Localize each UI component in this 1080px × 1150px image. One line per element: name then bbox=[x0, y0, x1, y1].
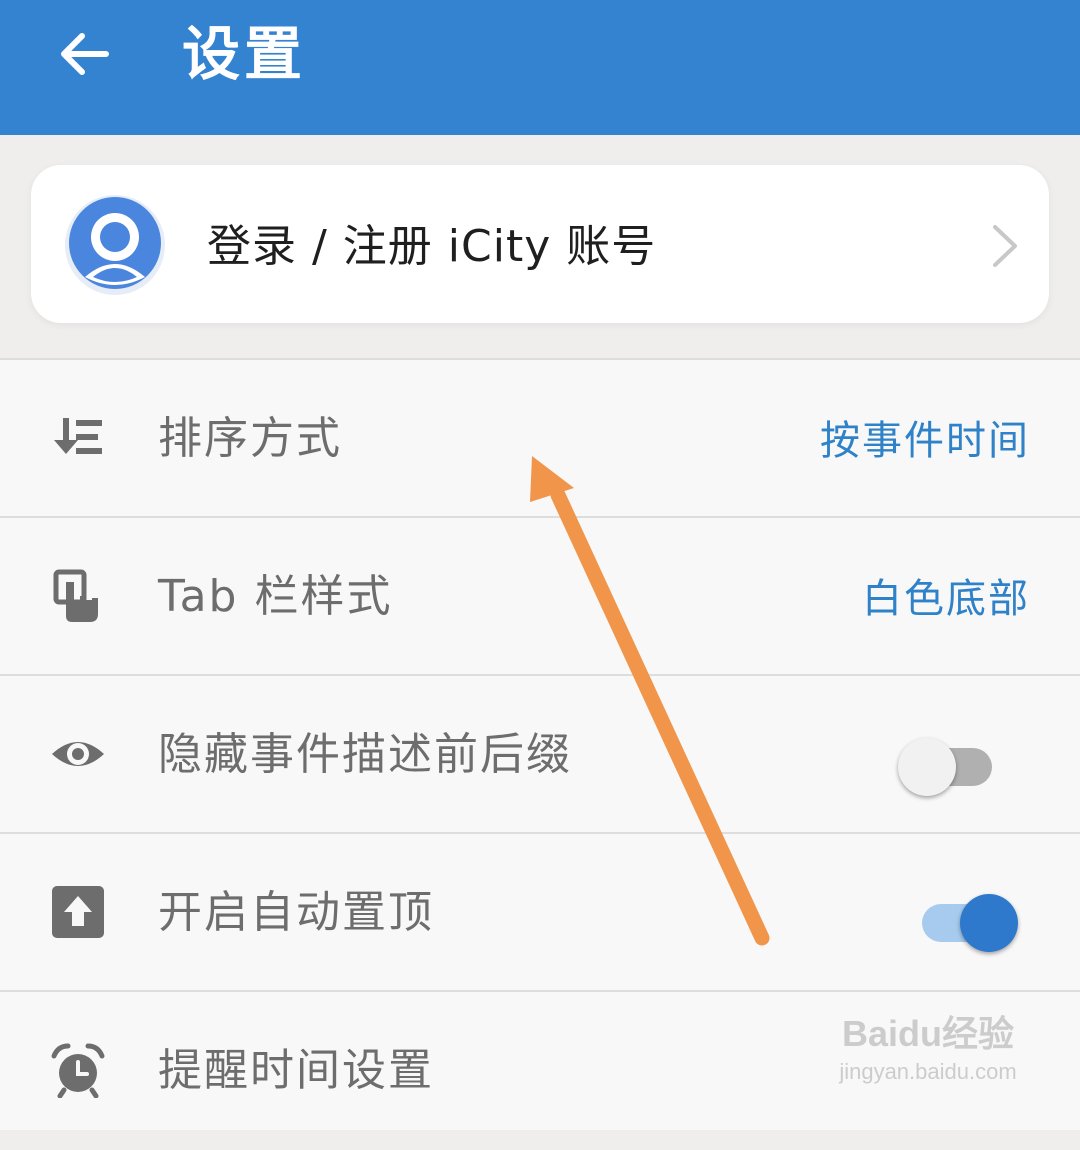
setting-tab-style[interactable]: Tab 栏样式 白色底部 bbox=[0, 516, 1080, 676]
watermark-main: Baidu经验 bbox=[841, 1013, 1014, 1054]
setting-sort-order[interactable]: 排序方式 按事件时间 bbox=[0, 358, 1080, 518]
setting-label: 开启自动置顶 bbox=[158, 887, 434, 938]
touch-hand-icon bbox=[53, 569, 98, 622]
setting-label: Tab 栏样式 bbox=[158, 571, 393, 622]
watermark-sub: jingyan.baidu.com bbox=[839, 1059, 1017, 1084]
chevron-right-icon bbox=[993, 225, 1017, 267]
arrow-left-icon[interactable] bbox=[52, 22, 116, 86]
setting-label: 排序方式 bbox=[158, 413, 342, 464]
setting-label: 隐藏事件描述前后缀 bbox=[158, 729, 572, 780]
baidu-watermark: Baidu经验 jingyan.baidu.com bbox=[828, 1010, 1028, 1110]
setting-value: 按事件时间 bbox=[820, 418, 1030, 464]
eye-icon bbox=[52, 742, 104, 766]
setting-hide-prefix[interactable]: 隐藏事件描述前后缀 bbox=[0, 674, 1080, 834]
sort-list-icon bbox=[54, 418, 102, 454]
setting-auto-top[interactable]: 开启自动置顶 bbox=[0, 832, 1080, 992]
user-avatar-icon bbox=[65, 195, 165, 295]
app-bar: 设置 bbox=[0, 0, 1080, 135]
account-login-label: 登录 / 注册 iCity 账号 bbox=[207, 221, 657, 272]
toggle-thumb bbox=[898, 738, 956, 796]
setting-value: 白色底部 bbox=[862, 576, 1030, 622]
hide-prefix-toggle[interactable] bbox=[898, 732, 998, 796]
alarm-clock-icon bbox=[51, 1043, 105, 1098]
auto-top-toggle[interactable] bbox=[922, 888, 1022, 952]
toggle-thumb bbox=[960, 894, 1018, 952]
upload-box-icon bbox=[52, 886, 104, 938]
setting-label: 提醒时间设置 bbox=[158, 1045, 434, 1096]
account-login-card[interactable]: 登录 / 注册 iCity 账号 bbox=[31, 165, 1049, 323]
page-title: 设置 bbox=[182, 20, 307, 88]
